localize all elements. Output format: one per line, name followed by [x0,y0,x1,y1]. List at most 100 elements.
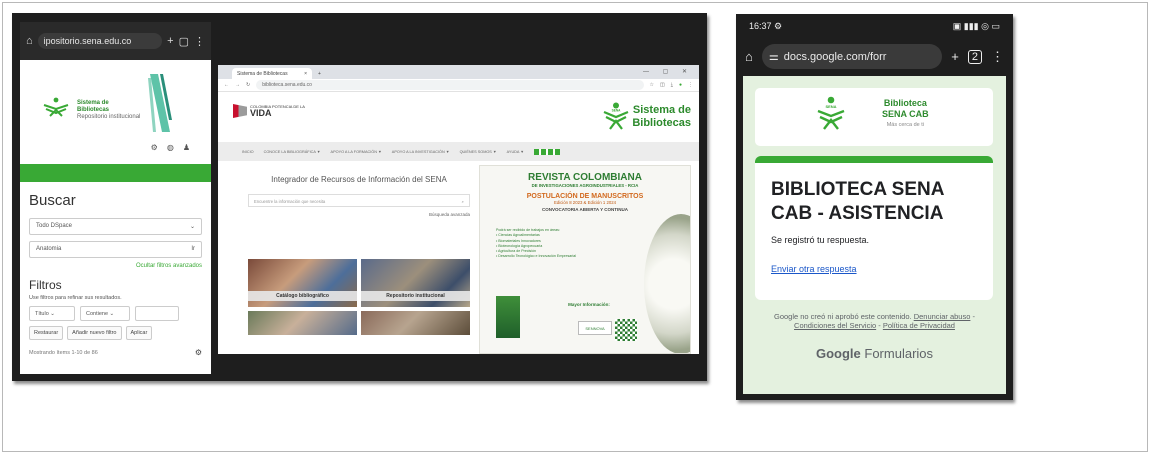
svg-text:SENA: SENA [825,104,836,109]
search-icon[interactable]: ⌕ [462,199,464,204]
catalog-card-label: Catálogo bibliográfico [248,291,357,301]
sena-logo-icon [43,97,69,117]
site-main: Integrador de Recursos de Información de… [218,161,699,354]
terms-link[interactable]: Condiciones del Servicio [794,321,876,330]
search-heading: Buscar [29,192,76,209]
hide-advanced-filters-link[interactable]: Ocultar filtros avanzados [29,263,202,269]
window-controls[interactable]: — ▢ ✕ [643,68,693,75]
profile-icon[interactable]: ● [679,82,682,88]
more-info-label: Mayor Información: [568,302,610,307]
address-bar[interactable]: biblioteca.sena.edu.co [256,80,644,90]
disclaimer-text: Google no creó ni aprobó este contenido. [773,312,912,321]
settings-icon[interactable]: ⚙ [151,143,167,152]
scope-value: Todo DSpace [36,223,73,229]
forward-icon[interactable]: → [235,82,240,88]
topics-list: Podrá ser recibido de trabajos en áreas:… [496,228,576,260]
menu-icon[interactable]: ⋮ [688,82,693,88]
form-footer: Google no creó ni aprobó este contenido.… [773,312,975,330]
repository-card[interactable]: Repositorio institucional [361,259,470,307]
tabs-icon[interactable]: ▢ [179,35,189,48]
repository-toolbar-icons: ⚙◍♟ [151,143,199,152]
site-settings-icon[interactable]: ⚌ [769,50,779,63]
nav-item-formacion[interactable]: APOYO A LA FORMACIÓN ▼ [331,150,382,154]
site-title: Sistema de Bibliotecas [632,104,691,130]
brand-line2: SENA CAB [882,109,929,119]
resource-card[interactable] [248,311,357,335]
repository-mobile-view: ⌂ ipositorio.sena.edu.co + ▢ ⋮ Sistema d… [20,22,211,374]
privacy-link[interactable]: Política de Privacidad [883,321,955,330]
new-tab-icon[interactable]: + [951,49,959,64]
reset-button[interactable]: Restaurar [29,326,64,340]
settings-icon: ⚙ [774,21,783,31]
brand-line1: Biblioteca [883,98,927,108]
advanced-search-link[interactable]: Búsqueda avanzada [248,212,470,217]
url-text: biblioteca.sena.edu.co [262,82,312,88]
extensions-icon[interactable]: ◫ [660,82,665,88]
catalog-card[interactable]: Catálogo bibliográfico [248,259,357,307]
address-bar[interactable]: ipositorio.sena.edu.co [37,33,163,49]
filter-field-select[interactable]: Título ⌄ [29,306,75,321]
integrator-search-input[interactable]: Encuentre la información que necesita ⌕ [248,194,470,207]
search-placeholder: Encuentre la información que necesita [254,199,326,204]
address-bar[interactable]: ⚌ docs.google.com/forr [761,44,943,69]
sena-logo-icon: SENA [603,102,629,130]
forms-word: Formularios [864,346,934,361]
go-button[interactable]: Ir [191,246,195,253]
menu-icon[interactable]: ⋮ [991,49,1004,65]
journal-banner[interactable]: REVISTA COLOMBIANA DE INVESTIGACIONES AG… [479,165,691,354]
svg-text:SENA: SENA [612,109,622,113]
user-icon[interactable]: ♟ [183,143,199,152]
call-text: CONVOCATORIA ABIERTA Y CONTINUA [541,207,629,212]
download-icon[interactable]: ⤓ [671,82,673,88]
new-tab-icon[interactable]: + [318,71,321,77]
tabs-icon[interactable]: 2 [967,49,982,64]
report-abuse-link[interactable]: Denunciar abuso [914,312,971,321]
home-icon[interactable]: ⌂ [745,49,753,64]
social-icons[interactable] [534,148,561,155]
menu-icon[interactable]: ⋮ [194,35,205,48]
petri-dish-image [644,214,690,353]
signal-battery-icons: ▣ ▮▮▮ ◎ ▭ [952,21,1000,31]
filter-value-input[interactable] [135,306,179,321]
nav-item-investigacion[interactable]: APOYO A LA INVESTIGACIÓN ▼ [392,150,450,154]
back-icon[interactable]: ← [224,82,229,88]
site-title-line1: Sistema de [632,104,691,116]
form-confirmation-card: BIBLIOTECA SENA CAB - ASISTENCIA Se regi… [755,156,993,300]
new-tab-icon[interactable]: + [167,35,173,47]
form-page: SENA Biblioteca SENA CAB Más cerca de ti… [743,76,1006,394]
submit-another-response-link[interactable]: Enviar otra respuesta [771,264,977,274]
library-brand: Biblioteca SENA CAB Más cerca de ti [882,98,929,131]
search-panel: Buscar Todo DSpace ⌄ Anatomia Ir Ocultar f… [20,182,211,357]
brand-line1: Sistema de [77,100,109,106]
globe-icon[interactable]: ◍ [167,143,183,152]
vida-big: VIDA [250,107,272,118]
filters-hint: Use filtros para refinar sus resultados. [29,295,122,301]
apply-button[interactable]: Aplicar [125,326,153,340]
bookmark-star-icon[interactable]: ☆ [650,82,654,88]
browser-address-row: ← → ↻ biblioteca.sena.edu.co ☆ ◫ ⤓ ● ⋮ [218,79,699,92]
clock: 16:37 ⚙ [749,21,782,32]
query-input[interactable]: Anatomia Ir [29,241,202,258]
phone-screenshot: 16:37 ⚙ ▣ ▮▮▮ ◎ ▭ ⌂ ⚌ docs.google.com/for… [736,14,1013,400]
nav-item-bibliografica[interactable]: CONOCE LA BIBLIOGRÁFICA ▼ [264,150,321,154]
form-header-image: SENA Biblioteca SENA CAB Más cerca de ti [755,88,993,146]
google-word: Google [815,346,861,361]
scope-select[interactable]: Todo DSpace ⌄ [29,218,202,235]
close-icon[interactable]: × [304,71,307,77]
brand-line2: Bibliotecas [77,107,110,113]
repository-card-label: Repositorio institucional [361,291,470,301]
nav-item-inicio[interactable]: INICIO [242,150,254,154]
left-screenshot: ⌂ ipositorio.sena.edu.co + ▢ ⋮ Sistema d… [12,13,707,381]
repository-header: Sistema de Bibliotecas Repositorio insti… [20,60,211,164]
home-icon[interactable]: ⌂ [26,35,33,47]
vida-mark-icon [233,104,247,118]
nav-item-quienes-somos[interactable]: QUIÉNES SOMOS ▼ [460,150,497,154]
filter-operator-select[interactable]: Contiene ⌄ [80,306,130,321]
nav-item-ayuda[interactable]: AYUDA ▼ [507,150,524,154]
browser-tab[interactable]: Sistema de Bibliotecas × [232,68,312,79]
filters-heading: Filtros [29,278,62,292]
reload-icon[interactable]: ↻ [246,82,250,88]
add-filter-button[interactable]: Añadir nuevo filtro [67,326,122,340]
resource-card[interactable] [361,311,470,335]
gear-icon[interactable]: ⚙ [195,348,202,357]
